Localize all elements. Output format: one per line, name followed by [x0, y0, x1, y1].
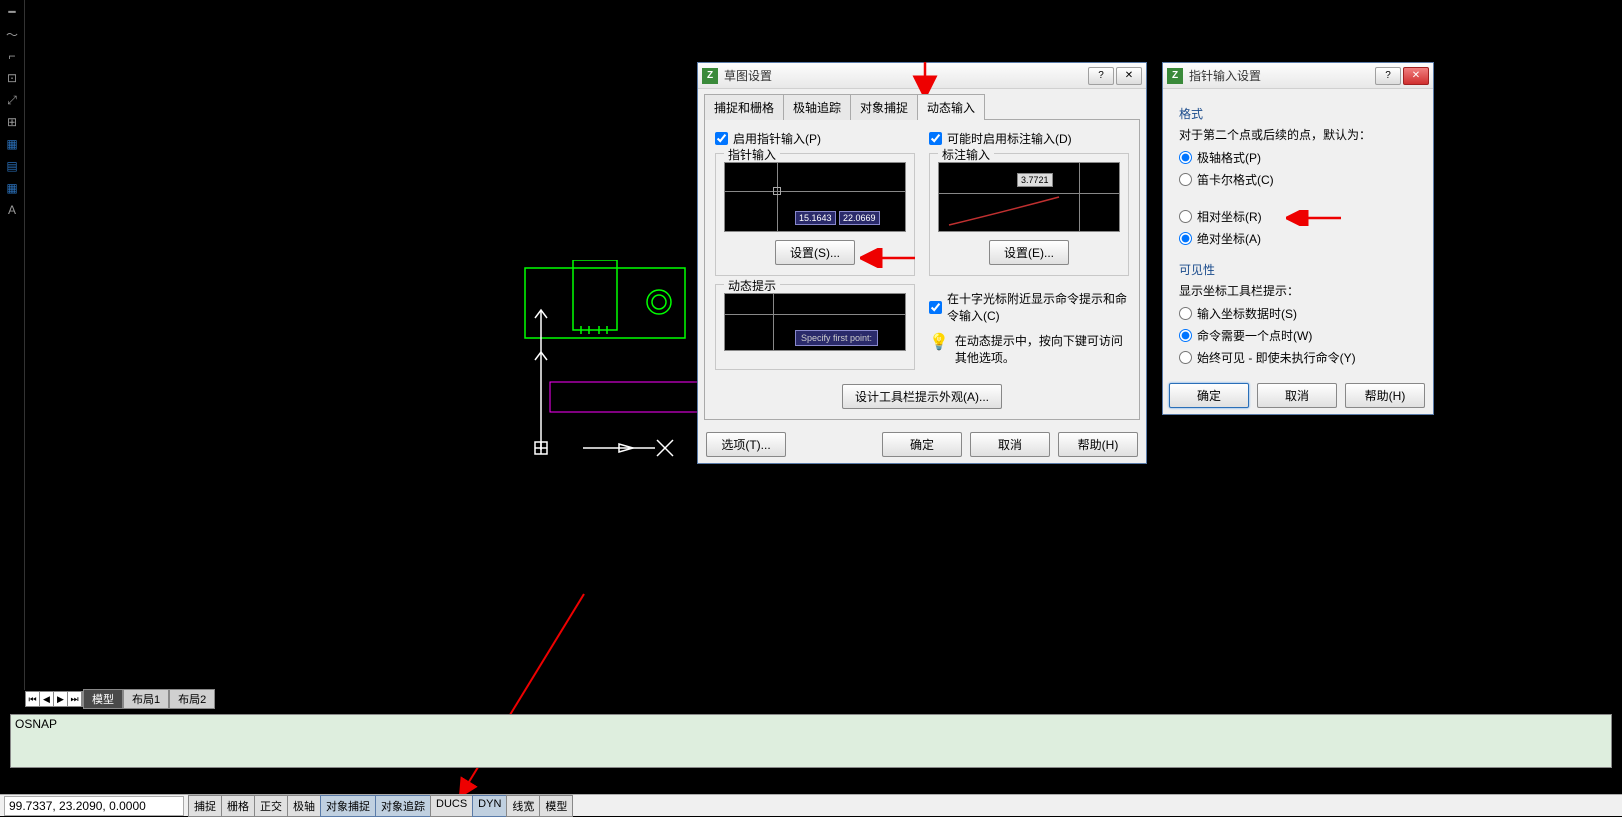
status-对象追踪[interactable]: 对象追踪 — [375, 795, 431, 817]
nav-first-icon[interactable]: ⏮ — [26, 692, 40, 706]
ok-button[interactable]: 确定 — [882, 432, 962, 457]
tab-dyn-input[interactable]: 动态输入 — [917, 94, 985, 120]
pointer-input-settings-dialog: Z 指针输入设置 ? ✕ 格式 对于第二个点或后续的点，默认为： 极轴格式(P)… — [1162, 62, 1434, 415]
tool-pline-icon[interactable]: ⌐ — [3, 47, 21, 65]
status-模型[interactable]: 模型 — [539, 795, 573, 817]
pointer-settings-button[interactable]: 设置(S)... — [775, 240, 855, 265]
cad-drawing — [495, 260, 715, 480]
layout-tabs: ⏮ ◀ ▶ ⏭ 模型 布局1 布局2 — [25, 691, 215, 707]
dialog-titlebar[interactable]: Z 草图设置 ? ✕ — [698, 63, 1146, 89]
status-DUCS[interactable]: DUCS — [430, 795, 473, 817]
visibility-section: 可见性 — [1179, 261, 1417, 278]
tool-spline-icon[interactable]: 〜 — [3, 25, 21, 43]
tab-osnap[interactable]: 对象捕捉 — [850, 94, 918, 120]
nav-last-icon[interactable]: ⏭ — [68, 692, 82, 706]
tool-text-icon[interactable]: A — [3, 201, 21, 219]
tool-hatch-icon[interactable]: ▦ — [3, 135, 21, 153]
radio-vis-always[interactable]: 始终可见 - 即使未执行命令(Y) — [1179, 349, 1417, 366]
tab-polar-track[interactable]: 极轴追踪 — [783, 94, 851, 120]
hint-preview: Specify first point: — [724, 293, 906, 351]
status-bar: 99.7337, 23.2090, 0.0000 捕捉栅格正交极轴对象捕捉对象追… — [0, 794, 1622, 816]
radio-vis-input[interactable]: 输入坐标数据时(S) — [1179, 305, 1417, 322]
status-DYN[interactable]: DYN — [472, 795, 507, 817]
help-icon[interactable]: ? — [1375, 67, 1401, 85]
command-text: OSNAP — [15, 717, 57, 731]
tab-layout2[interactable]: 布局2 — [169, 689, 215, 709]
tab-model[interactable]: 模型 — [83, 689, 123, 709]
tool-table-icon[interactable]: ▦ — [3, 179, 21, 197]
tool-dim-icon[interactable]: ▤ — [3, 157, 21, 175]
sub-ok-button[interactable]: 确定 — [1169, 383, 1249, 408]
tab-panel: 启用指针输入(P) 指针输入 15.1643 22.0669 设置(S)... — [704, 119, 1140, 420]
tab-strip: 捕捉和栅格 极轴追踪 对象捕捉 动态输入 — [698, 89, 1146, 119]
nav-prev-icon[interactable]: ◀ — [40, 692, 54, 706]
format-section: 格式 — [1179, 105, 1417, 122]
status-对象捕捉[interactable]: 对象捕捉 — [320, 795, 376, 817]
hint-note: 在动态提示中，按向下键可访问其他选项。 — [955, 332, 1129, 366]
command-line[interactable]: OSNAP — [10, 714, 1612, 768]
enable-pointer-input-checkbox[interactable]: 启用指针输入(P) — [715, 130, 915, 147]
show-cmd-prompt-checkbox[interactable]: 在十字光标附近显示命令提示和命令输入(C) — [929, 290, 1129, 324]
close-icon[interactable]: ✕ — [1403, 67, 1429, 85]
tab-layout1[interactable]: 布局1 — [123, 689, 169, 709]
status-线宽[interactable]: 线宽 — [506, 795, 540, 817]
coordinates-readout: 99.7337, 23.2090, 0.0000 — [4, 796, 184, 816]
tool-rect-icon[interactable]: ⊡ — [3, 69, 21, 87]
help-button[interactable]: 帮助(H) — [1058, 432, 1138, 457]
sub-dialog-title: 指针输入设置 — [1189, 67, 1373, 84]
status-栅格[interactable]: 栅格 — [221, 795, 255, 817]
dim-settings-button[interactable]: 设置(E)... — [989, 240, 1069, 265]
status-捕捉[interactable]: 捕捉 — [188, 795, 222, 817]
app-icon: Z — [1167, 68, 1183, 84]
radio-absolute[interactable]: 绝对坐标(A) — [1179, 230, 1417, 247]
appearance-button[interactable]: 设计工具栏提示外观(A)... — [842, 384, 1002, 409]
options-button[interactable]: 选项(T)... — [706, 432, 786, 457]
dim-preview: 3.7721 — [938, 162, 1120, 232]
help-icon[interactable]: ? — [1088, 67, 1114, 85]
dyn-hint-group: 动态提示 Specify first point: — [715, 284, 915, 370]
tool-scale-icon[interactable]: ⤢ — [3, 91, 21, 109]
tab-snap-grid[interactable]: 捕捉和栅格 — [704, 94, 784, 120]
radio-relative[interactable]: 相对坐标(R) — [1179, 208, 1417, 225]
dim-input-group: 标注输入 3.7721 设置(E)... — [929, 153, 1129, 276]
nav-next-icon[interactable]: ▶ — [54, 692, 68, 706]
status-正交[interactable]: 正交 — [254, 795, 288, 817]
pointer-input-group: 指针输入 15.1643 22.0669 设置(S)... — [715, 153, 915, 276]
tool-line-icon[interactable]: ━ — [3, 3, 21, 21]
sub-help-button[interactable]: 帮助(H) — [1345, 383, 1425, 408]
dialog-title: 草图设置 — [724, 67, 1086, 84]
app-icon: Z — [702, 68, 718, 84]
sub-dialog-titlebar[interactable]: Z 指针输入设置 ? ✕ — [1163, 63, 1433, 89]
radio-cartesian[interactable]: 笛卡尔格式(C) — [1179, 171, 1417, 188]
radio-vis-cmd[interactable]: 命令需要一个点时(W) — [1179, 327, 1417, 344]
sketch-settings-dialog: Z 草图设置 ? ✕ 捕捉和栅格 极轴追踪 对象捕捉 动态输入 启用指针输入(P… — [697, 62, 1147, 464]
enable-dim-input-checkbox[interactable]: 可能时启用标注输入(D) — [929, 130, 1129, 147]
pointer-preview: 15.1643 22.0669 — [724, 162, 906, 232]
radio-polar[interactable]: 极轴格式(P) — [1179, 149, 1417, 166]
left-toolbar: ━ 〜 ⌐ ⊡ ⤢ ⊞ ▦ ▤ ▦ A — [0, 0, 25, 690]
status-极轴[interactable]: 极轴 — [287, 795, 321, 817]
cancel-button[interactable]: 取消 — [970, 432, 1050, 457]
layout-nav: ⏮ ◀ ▶ ⏭ — [25, 691, 83, 707]
lightbulb-icon: 💡 — [929, 332, 949, 366]
sub-cancel-button[interactable]: 取消 — [1257, 383, 1337, 408]
close-icon[interactable]: ✕ — [1116, 67, 1142, 85]
tool-group-icon[interactable]: ⊞ — [3, 113, 21, 131]
